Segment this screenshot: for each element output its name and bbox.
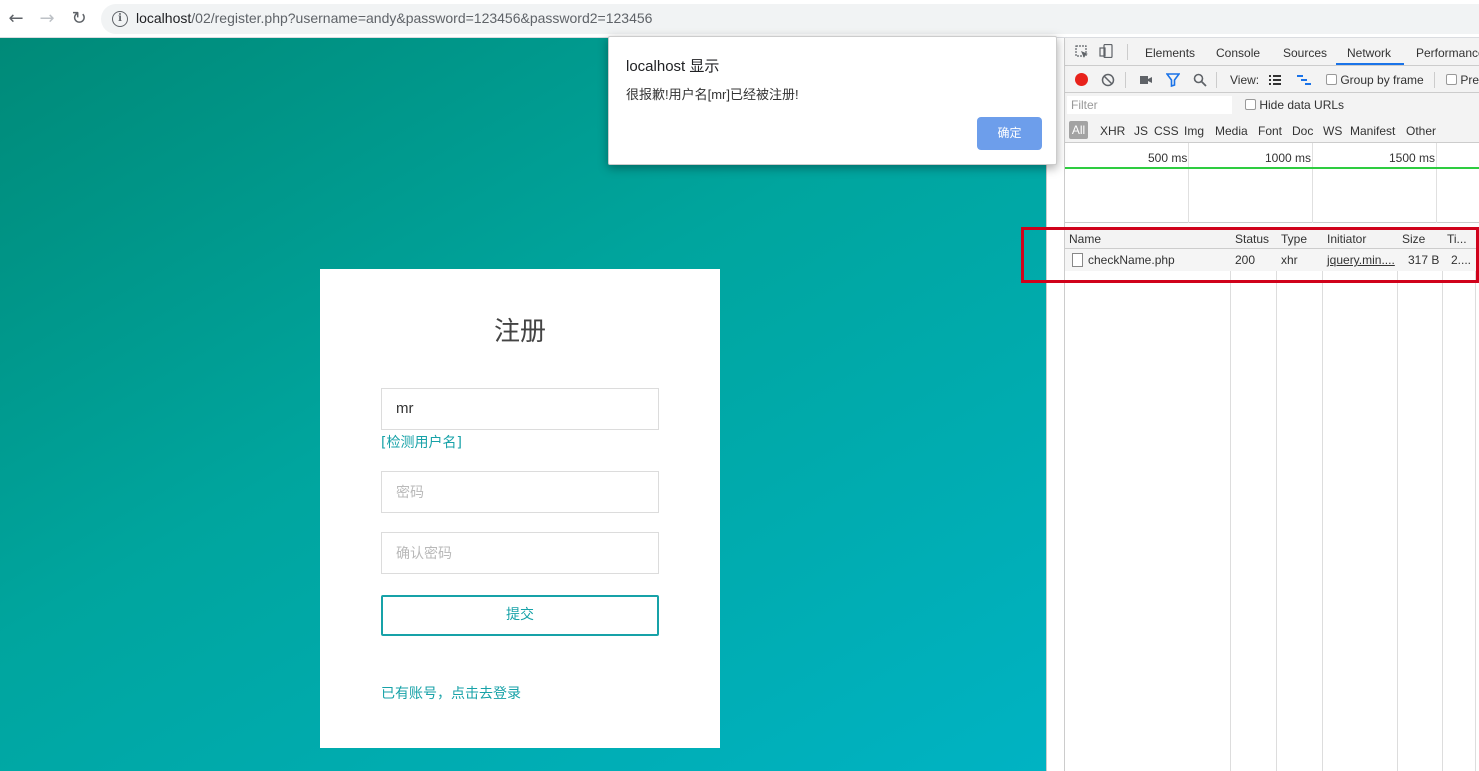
toolbar-separator bbox=[1216, 72, 1217, 88]
preserve-log-option[interactable]: Pre bbox=[1446, 73, 1479, 87]
group-by-frame-checkbox[interactable] bbox=[1326, 74, 1337, 85]
resource-type-filters: All XHR JS CSS Img Media Font Doc WS Man… bbox=[1065, 118, 1479, 143]
reload-icon[interactable]: ↻ bbox=[69, 9, 89, 29]
timeline-tick-label: 500 ms bbox=[1148, 151, 1188, 165]
type-filter-xhr[interactable]: XHR bbox=[1100, 124, 1125, 138]
type-filter-doc[interactable]: Doc bbox=[1292, 124, 1313, 138]
type-filter-css[interactable]: CSS bbox=[1154, 124, 1179, 138]
network-requests-table: Name Status Type Initiator Size Ti... ch… bbox=[1065, 227, 1479, 771]
column-divider bbox=[1276, 227, 1277, 771]
back-arrow-icon[interactable]: ← bbox=[6, 9, 26, 29]
type-filter-other[interactable]: Other bbox=[1406, 124, 1436, 138]
clear-icon[interactable] bbox=[1101, 73, 1115, 87]
preserve-log-checkbox[interactable] bbox=[1446, 74, 1457, 85]
type-filter-img[interactable]: Img bbox=[1184, 124, 1204, 138]
network-overview-timeline: 500 ms 1000 ms 1500 ms bbox=[1065, 143, 1479, 223]
filter-bar: Filter Hide data URLs bbox=[1065, 93, 1479, 118]
tab-sources[interactable]: Sources bbox=[1283, 46, 1327, 60]
column-divider bbox=[1230, 227, 1231, 771]
type-filter-media[interactable]: Media bbox=[1215, 124, 1248, 138]
timeline-gridline bbox=[1312, 143, 1313, 223]
timeline-tick-label: 1000 ms bbox=[1265, 151, 1312, 165]
submit-button[interactable]: 提交 bbox=[381, 595, 659, 636]
preserve-log-label: Pre bbox=[1460, 73, 1479, 87]
type-filter-font[interactable]: Font bbox=[1258, 124, 1282, 138]
column-divider bbox=[1475, 227, 1476, 771]
filter-funnel-icon[interactable] bbox=[1166, 73, 1180, 87]
annotation-highlight-box bbox=[1021, 227, 1479, 283]
record-icon[interactable] bbox=[1075, 73, 1088, 86]
url-text[interactable]: localhost/02/register.php?username=andy&… bbox=[136, 10, 652, 26]
timeline-tick-label: 1500 ms bbox=[1389, 151, 1436, 165]
url-host: localhost bbox=[136, 10, 192, 26]
devtools-tab-bar: Elements Console Sources Network Perform… bbox=[1065, 38, 1479, 66]
group-by-frame-option[interactable]: Group by frame bbox=[1326, 73, 1424, 87]
toolbar-separator bbox=[1125, 72, 1126, 88]
page-title: 注册 bbox=[493, 317, 546, 347]
confirm-password-input[interactable]: 确认密码 bbox=[381, 532, 659, 574]
password-input[interactable]: 密码 bbox=[381, 471, 659, 513]
active-tab-indicator bbox=[1336, 63, 1404, 65]
inspect-element-icon[interactable] bbox=[1075, 45, 1089, 59]
network-toolbar: View: Group by frame Pre bbox=[1065, 66, 1479, 93]
tab-separator bbox=[1127, 44, 1128, 60]
alert-title: localhost 显示 bbox=[626, 58, 720, 75]
type-filter-js[interactable]: JS bbox=[1134, 124, 1148, 138]
column-divider bbox=[1322, 227, 1323, 771]
timeline-gridline bbox=[1436, 143, 1437, 223]
view-label: View: bbox=[1230, 73, 1260, 87]
check-username-link[interactable]: [检测用户名] bbox=[381, 432, 462, 452]
tab-console[interactable]: Console bbox=[1216, 46, 1260, 60]
hide-data-urls-option[interactable]: Hide data URLs bbox=[1245, 98, 1344, 112]
devtools-panel: Elements Console Sources Network Perform… bbox=[1046, 38, 1479, 771]
search-icon[interactable] bbox=[1193, 73, 1207, 87]
toolbar-separator bbox=[1434, 72, 1435, 88]
group-by-frame-label: Group by frame bbox=[1340, 73, 1424, 87]
tab-elements[interactable]: Elements bbox=[1145, 46, 1195, 60]
hide-data-urls-label: Hide data URLs bbox=[1259, 98, 1345, 112]
login-link[interactable]: 已有账号，点击去登录 bbox=[381, 683, 521, 703]
url-path: /02/register.php?username=andy&password=… bbox=[191, 10, 653, 26]
alert-ok-button[interactable]: 确定 bbox=[977, 117, 1042, 150]
dom-content-loaded-line bbox=[1065, 167, 1479, 169]
screenshot-camera-icon[interactable] bbox=[1139, 73, 1153, 87]
hide-data-urls-checkbox[interactable] bbox=[1245, 99, 1256, 110]
type-filter-manifest[interactable]: Manifest bbox=[1350, 124, 1395, 138]
timeline-gridline bbox=[1188, 143, 1189, 223]
forward-arrow-icon[interactable]: → bbox=[37, 9, 57, 29]
waterfall-overview-icon[interactable] bbox=[1297, 73, 1311, 87]
alert-message: 很报歉!用户名[mr]已经被注册! bbox=[626, 87, 799, 102]
type-filter-all[interactable]: All bbox=[1069, 121, 1088, 139]
column-divider bbox=[1397, 227, 1398, 771]
register-card: 注册 mr [检测用户名] 密码 确认密码 提交 已有账号，点击去登录 bbox=[320, 269, 720, 748]
username-input[interactable]: mr bbox=[381, 388, 659, 430]
column-divider bbox=[1442, 227, 1443, 771]
type-filter-ws[interactable]: WS bbox=[1323, 124, 1342, 138]
device-toolbar-icon[interactable] bbox=[1099, 44, 1113, 58]
browser-toolbar: ← → ↻ i localhost/02/register.php?userna… bbox=[0, 0, 1479, 38]
tab-network[interactable]: Network bbox=[1347, 46, 1391, 60]
filter-input[interactable]: Filter bbox=[1067, 96, 1232, 114]
address-bar[interactable]: i localhost/02/register.php?username=and… bbox=[101, 4, 1479, 34]
tab-performance[interactable]: Performance bbox=[1416, 46, 1479, 60]
large-rows-icon[interactable] bbox=[1268, 73, 1282, 87]
info-icon[interactable]: i bbox=[112, 11, 128, 27]
alert-dialog: localhost 显示 很报歉!用户名[mr]已经被注册! 确定 bbox=[608, 36, 1057, 165]
